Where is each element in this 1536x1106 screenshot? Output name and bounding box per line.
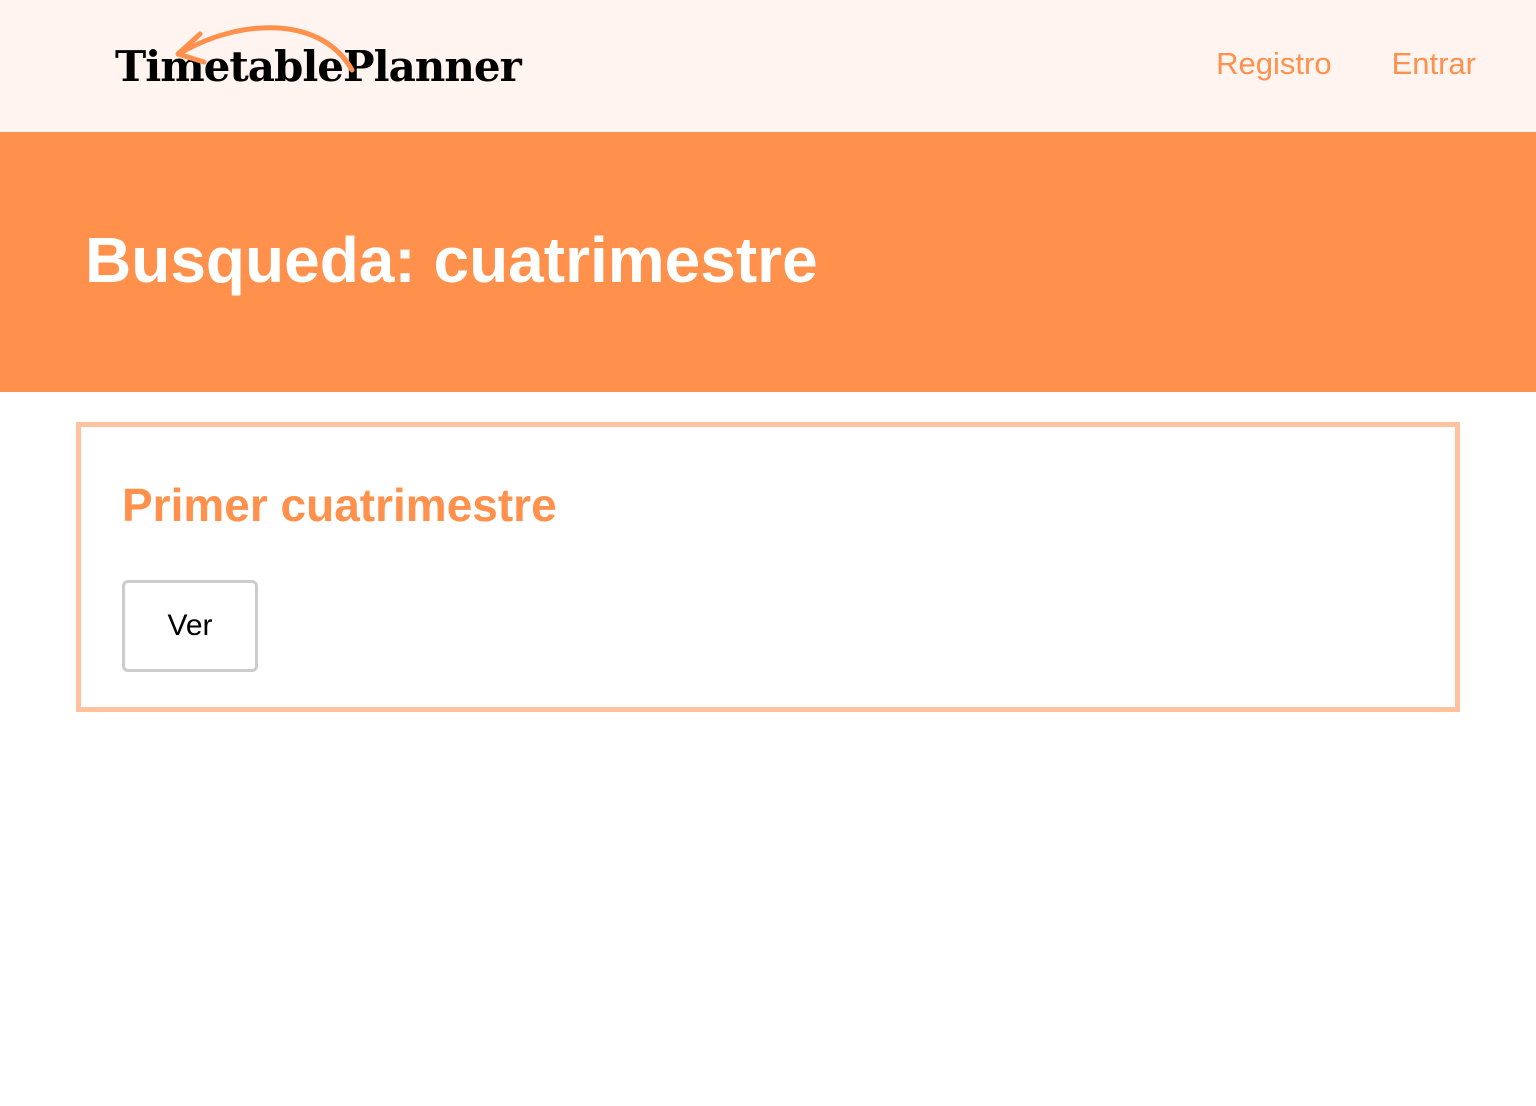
main-nav: Registro Entrar — [1216, 46, 1476, 82]
search-banner: Busqueda: cuatrimestre — [0, 132, 1536, 392]
nav-link-entrar[interactable]: Entrar — [1392, 46, 1476, 82]
logo-link[interactable]: TimetablePlanner — [112, 18, 552, 108]
result-title: Primer cuatrimestre — [122, 479, 557, 531]
result-card: Primer cuatrimestre Ver — [76, 422, 1460, 712]
top-navigation-bar: TimetablePlanner Registro Entrar — [0, 0, 1536, 132]
view-button[interactable]: Ver — [122, 580, 258, 672]
logo-arrow-icon — [175, 25, 355, 73]
page-title: Busqueda: cuatrimestre — [85, 224, 818, 296]
nav-link-registro[interactable]: Registro — [1216, 46, 1331, 82]
